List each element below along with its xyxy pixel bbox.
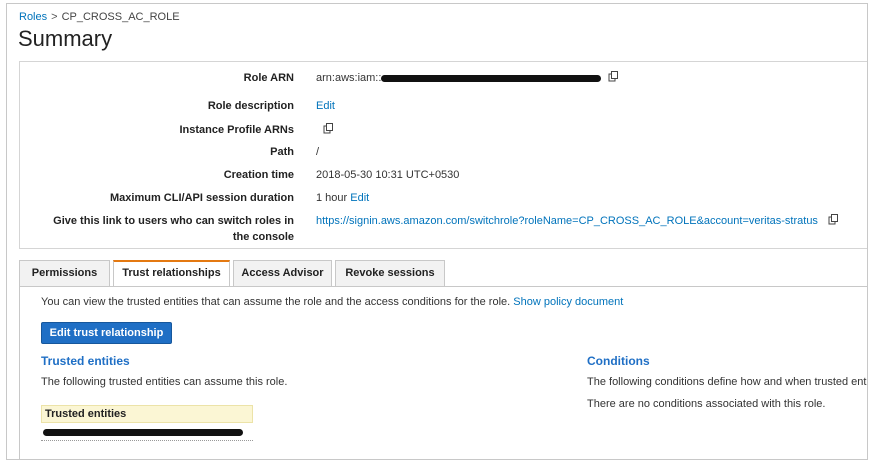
redaction-mark: [381, 74, 602, 82]
role-description-value: Edit: [316, 98, 335, 114]
max-session-duration: 1 hour: [316, 192, 348, 204]
max-session-label: Maximum CLI/API session duration: [110, 192, 294, 204]
switch-role-value: https://signin.aws.amazon.com/switchrole…: [316, 213, 839, 229]
tab-revoke-sessions[interactable]: Revoke sessions: [335, 260, 445, 286]
copy-icon[interactable]: [828, 214, 839, 225]
creation-time-value: 2018-05-30 10:31 UTC+0530: [316, 169, 460, 181]
role-summary-page: Roles > CP_CROSS_AC_ROLE Summary Role ARN …: [6, 3, 868, 460]
breadcrumb: Roles > CP_CROSS_AC_ROLE: [19, 11, 180, 23]
trusted-entities-table-row: [41, 423, 253, 441]
max-session-edit-link[interactable]: Edit: [350, 192, 369, 204]
instance-profile-value: [319, 122, 334, 138]
copy-icon[interactable]: [608, 71, 619, 82]
role-arn-text: arn:aws:iam::: [316, 72, 382, 84]
role-arn-value: arn:aws:iam::: [316, 70, 619, 86]
role-arn-label: Role ARN: [243, 72, 294, 84]
trusted-entities-table-header: Trusted entities: [41, 405, 253, 423]
summary-box: Role ARN arn:aws:iam:: Role description …: [19, 61, 867, 249]
trusted-entities-title: Trusted entities: [41, 354, 130, 368]
breadcrumb-separator: >: [51, 11, 58, 23]
role-description-label: Role description: [207, 100, 294, 112]
breadcrumb-current: CP_CROSS_AC_ROLE: [61, 11, 180, 23]
switch-role-label-line2: the console: [232, 231, 294, 243]
intro-text: You can view the trusted entities that c…: [41, 296, 511, 308]
creation-time-label: Creation time: [223, 169, 294, 181]
trusted-entities-description: The following trusted entities can assum…: [41, 376, 288, 388]
show-policy-document-link[interactable]: Show policy document: [513, 296, 623, 308]
tab-bar: Permissions Trust relationships Access A…: [19, 260, 867, 287]
trust-relationships-panel: You can view the trusted entities that c…: [19, 286, 868, 459]
switch-role-link[interactable]: https://signin.aws.amazon.com/switchrole…: [316, 215, 818, 227]
path-value: /: [316, 146, 320, 158]
conditions-title: Conditions: [587, 354, 650, 368]
role-description-edit-link[interactable]: Edit: [316, 100, 335, 112]
conditions-description: The following conditions define how and …: [587, 376, 868, 388]
max-session-value: 1 hour Edit: [316, 190, 369, 206]
no-conditions-text: There are no conditions associated with …: [587, 398, 826, 410]
tab-trust-relationships[interactable]: Trust relationships: [113, 260, 230, 287]
switch-role-label-line1: Give this link to users who can switch r…: [53, 215, 294, 227]
breadcrumb-roles-link[interactable]: Roles: [19, 11, 47, 23]
instance-profile-label: Instance Profile ARNs: [179, 124, 294, 136]
edit-trust-relationship-button[interactable]: Edit trust relationship: [41, 322, 172, 344]
intro-text-container: You can view the trusted entities that c…: [41, 296, 623, 308]
copy-icon[interactable]: [323, 123, 334, 134]
path-label: Path: [270, 146, 294, 158]
switch-role-label: Give this link to users who can switch r…: [24, 213, 294, 245]
redaction-mark: [43, 429, 243, 436]
tab-permissions[interactable]: Permissions: [19, 260, 110, 286]
page-title: Summary: [18, 26, 113, 51]
tab-access-advisor[interactable]: Access Advisor: [233, 260, 332, 286]
